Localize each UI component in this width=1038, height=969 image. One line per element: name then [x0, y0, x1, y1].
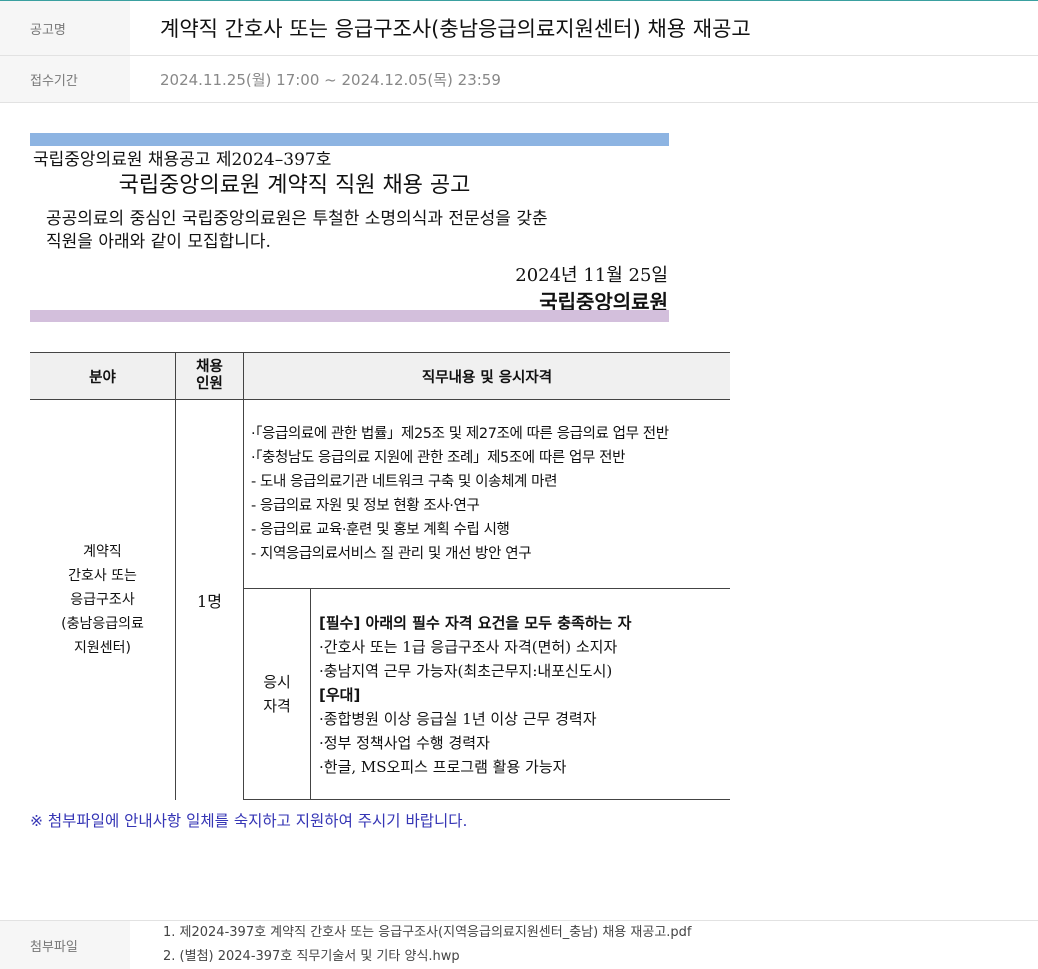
notice-bottom-bar [30, 310, 669, 322]
qualification-label-line: 응시 [263, 673, 291, 691]
preferred-item: ·한글, MS오피스 프로그램 활용 가능자 [319, 758, 567, 776]
field-line: 간호사 또는 [68, 567, 137, 584]
notice-title: 국립중앙의료원 계약직 직원 채용 공고 [118, 173, 471, 198]
duty-item: - 응급의료 교육·훈련 및 홍보 계획 수립 시행 [251, 522, 510, 538]
header-duties: 직무내용 및 응시자격 [243, 352, 730, 400]
preferred-heading: [우대] [319, 686, 361, 704]
table-header-row: 분야 채용 인원 직무내용 및 응시자격 [30, 352, 730, 400]
qualification-label-line: 자격 [263, 697, 291, 715]
notice-body-line: 직원을 아래와 같이 모집합니다. [46, 232, 271, 252]
recruitment-table: 분야 채용 인원 직무내용 및 응시자격 계약직 간호사 또는 응급구조사 (충… [30, 352, 730, 800]
period-label: 접수기간 [0, 56, 130, 102]
notice-date: 2024년 11월 25일 [515, 265, 668, 286]
header-field: 분야 [30, 352, 176, 400]
required-heading: [필수] 아래의 필수 자격 요건을 모두 충족하는 자 [319, 614, 632, 632]
notice-body-line: 공공의료의 중심인 국립중앙의료원은 투철한 소명의식과 전문성을 갖춘 [46, 209, 548, 229]
header-count-line: 인원 [196, 376, 223, 392]
field-line: 응급구조사 [70, 591, 135, 608]
required-item: ·간호사 또는 1급 응급구조사 자격(면허) 소지자 [319, 638, 618, 656]
attachment-link-hwp[interactable]: 2. (별첨) 2024-397호 직무기술서 및 기타 양식.hwp [163, 945, 692, 969]
qualification-label: 응시 자격 [243, 588, 311, 800]
field-cell: 계약직 간호사 또는 응급구조사 (충남응급의료 지원센터) [30, 399, 176, 800]
posting-title: 계약직 간호사 또는 응급구조사(충남응급의료지원센터) 채용 재공고 [160, 17, 751, 41]
duties-cell: ·「응급의료에 관한 법률」제25조 및 제27조에 따른 응급의료 업무 전반… [243, 399, 730, 589]
period-row: 접수기간 2024.11.25(월) 17:00 ~ 2024.12.05(목)… [0, 56, 1038, 103]
header-count-line: 채용 [196, 359, 223, 375]
required-item: ·충남지역 근무 가능자(최초근무지:내포신도시) [319, 662, 613, 680]
attachment-label: 첨부파일 [0, 921, 130, 969]
preferred-item: ·종합병원 이상 응급실 1년 이상 근무 경력자 [319, 710, 597, 728]
duty-item: ·「응급의료에 관한 법률」제25조 및 제27조에 따른 응급의료 업무 전반 [251, 426, 669, 442]
attachment-list: 1. 제2024-397호 계약직 간호사 또는 응급구조사(지역응급의료지원센… [163, 921, 692, 969]
duty-item: ·「충청남도 응급의료 지원에 관한 조례」제5조에 따른 업무 전반 [251, 450, 626, 466]
notice-body: 공공의료의 중심인 국립중앙의료원은 투철한 소명의식과 전문성을 갖춘 직원을… [46, 208, 676, 254]
header-count: 채용 인원 [175, 352, 244, 400]
duty-item: - 지역응급의료서비스 질 관리 및 개선 방안 연구 [251, 546, 532, 562]
count-cell: 1명 [175, 399, 244, 800]
attachment-note: ※ 첨부파일에 안내사항 일체를 숙지하고 지원하여 주시기 바랍니다. [30, 812, 468, 830]
duty-item: - 응급의료 자원 및 정보 현황 조사·연구 [251, 498, 480, 514]
title-row: 공고명 계약직 간호사 또는 응급구조사(충남응급의료지원센터) 채용 재공고 [0, 1, 1038, 56]
attachment-row: 첨부파일 1. 제2024-397호 계약직 간호사 또는 응급구조사(지역응급… [0, 920, 1038, 969]
qualification-cell: [필수] 아래의 필수 자격 요건을 모두 충족하는 자 ·간호사 또는 1급 … [310, 588, 730, 800]
duty-item: - 도내 응급의료기관 네트워크 구축 및 이송체계 마련 [251, 474, 558, 490]
application-period: 2024.11.25(월) 17:00 ~ 2024.12.05(목) 23:5… [160, 70, 501, 89]
field-line: (충남응급의료 [61, 615, 144, 632]
title-label: 공고명 [0, 1, 130, 55]
field-line: 지원센터) [74, 639, 131, 656]
field-line: 계약직 [83, 543, 122, 560]
attachment-link-pdf[interactable]: 1. 제2024-397호 계약직 간호사 또는 응급구조사(지역응급의료지원센… [163, 921, 692, 945]
preferred-item: ·정부 정책사업 수행 경력자 [319, 734, 490, 752]
table-row: 계약직 간호사 또는 응급구조사 (충남응급의료 지원센터) 1명 ·「응급의료… [30, 399, 730, 800]
